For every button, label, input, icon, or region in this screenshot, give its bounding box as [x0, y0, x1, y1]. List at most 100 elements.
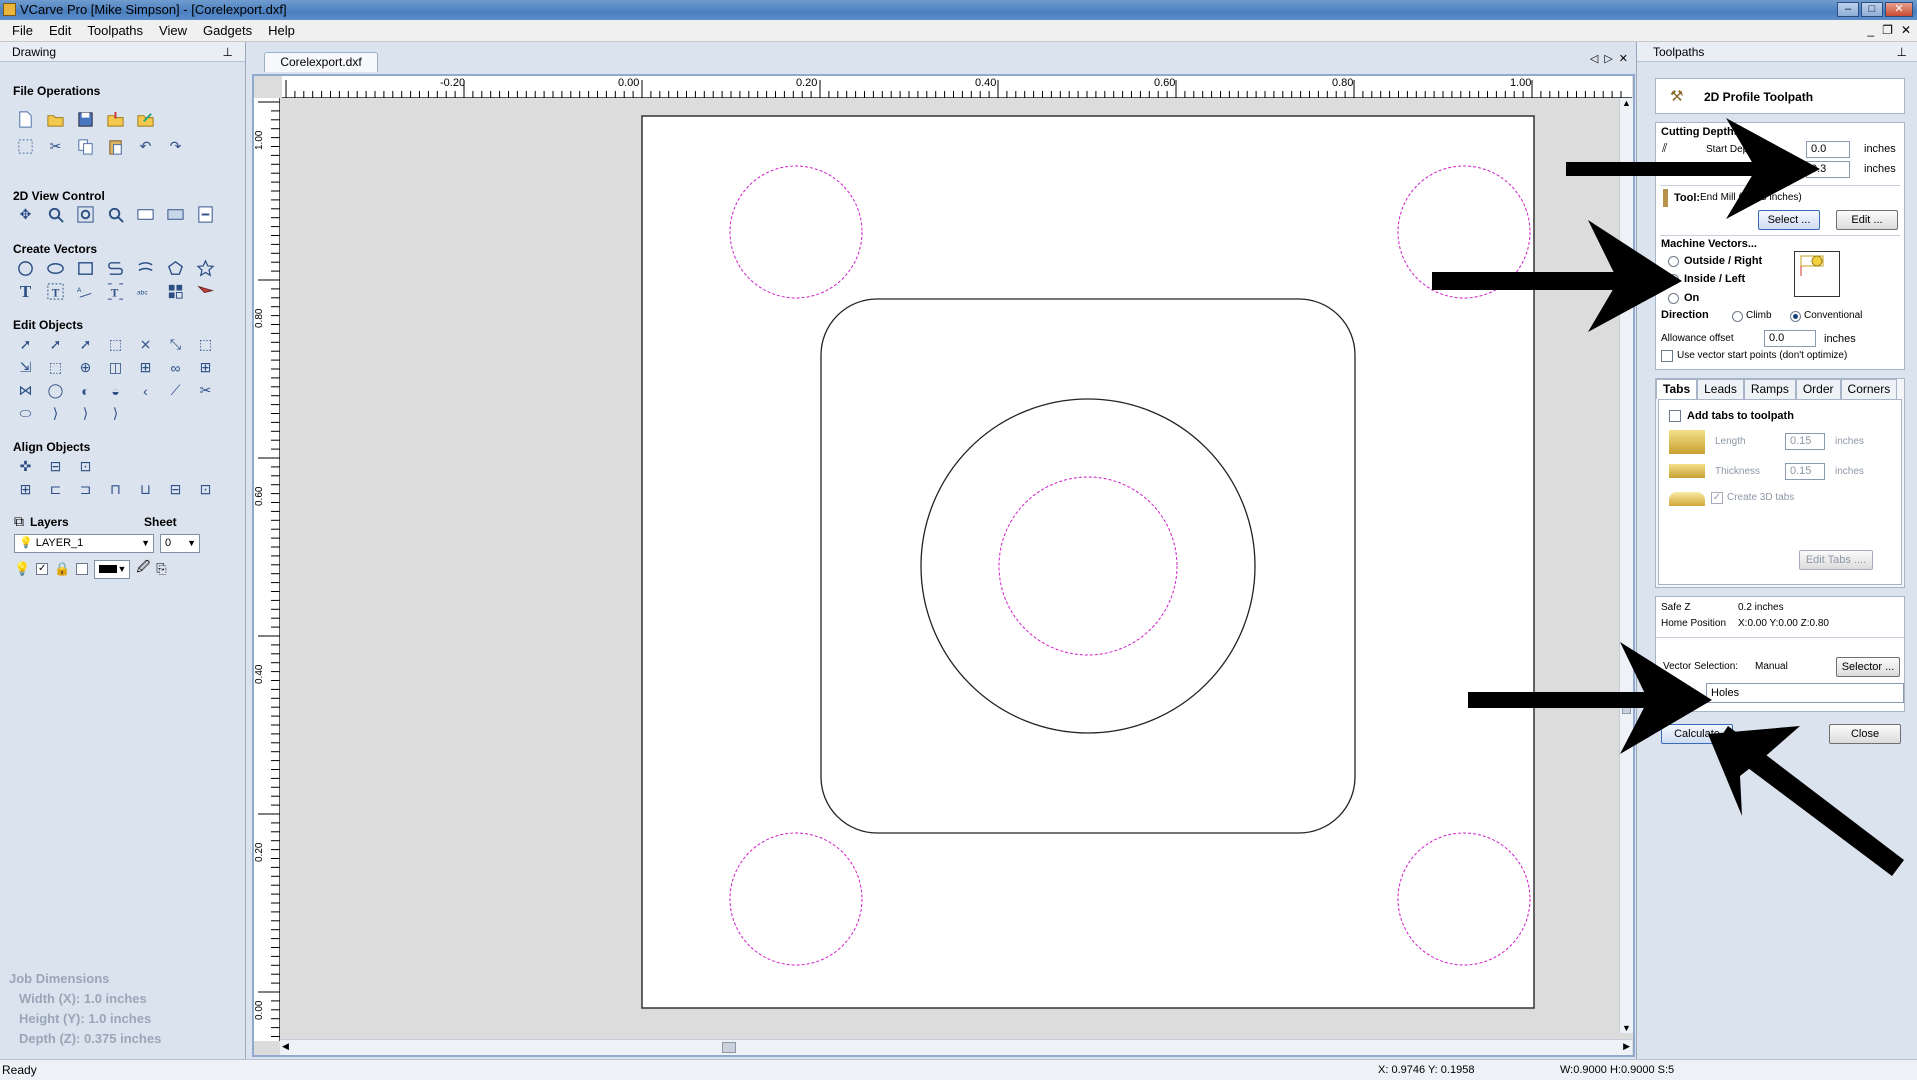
horizontal-scroll-thumb[interactable]: [722, 1042, 736, 1053]
view-toggle-icon[interactable]: [164, 203, 187, 226]
align-vertical-icon[interactable]: ⊡: [74, 455, 97, 478]
inside-left-label[interactable]: Inside / Left: [1684, 273, 1745, 285]
add-tabs-checkbox[interactable]: [1669, 410, 1681, 422]
polyline-icon[interactable]: [104, 257, 127, 280]
text-box-icon[interactable]: T: [44, 280, 67, 303]
mdi-restore-icon[interactable]: ❐: [1882, 23, 1893, 37]
rectangle-icon[interactable]: [74, 257, 97, 280]
vertical-scrollbar[interactable]: ▲ ▼: [1619, 98, 1633, 1033]
calculate-button[interactable]: Calculate: [1661, 724, 1733, 744]
sheet-dropdown[interactable]: 0 ▼: [160, 534, 200, 553]
layer-lock-checkbox[interactable]: [76, 563, 89, 575]
pan-icon[interactable]: ✥: [14, 203, 37, 226]
align-bottom-icon[interactable]: ⊔: [134, 478, 157, 501]
transform-icon[interactable]: ⬚: [104, 333, 127, 356]
menu-edit[interactable]: Edit: [41, 23, 79, 38]
zoom-selected-icon[interactable]: [104, 203, 127, 226]
zoom-box-icon[interactable]: [74, 203, 97, 226]
menu-help[interactable]: Help: [260, 23, 303, 38]
maximize-button[interactable]: □: [1861, 2, 1883, 17]
create-3d-tabs-label[interactable]: Create 3D tabs: [1727, 492, 1794, 503]
close-window-button[interactable]: ✕: [1885, 2, 1913, 17]
delete-objects-icon[interactable]: ⨯: [134, 333, 157, 356]
zoom-icon[interactable]: [44, 203, 67, 226]
drawing-canvas[interactable]: [280, 98, 1632, 1033]
mdi-minimize-icon[interactable]: _: [1867, 23, 1874, 37]
tab-prev-icon[interactable]: ◁: [1590, 52, 1598, 65]
extend-icon[interactable]: ⟋: [164, 379, 187, 402]
offset-icon[interactable]: ∞: [164, 356, 187, 379]
conventional-radio[interactable]: [1790, 311, 1801, 322]
start-depth-input[interactable]: 0.0: [1806, 141, 1850, 158]
mdi-close-icon[interactable]: ✕: [1901, 23, 1911, 37]
menu-view[interactable]: View: [151, 23, 195, 38]
export-icon[interactable]: [134, 108, 157, 131]
menu-toolpaths[interactable]: Toolpaths: [79, 23, 151, 38]
layer-manager-icon[interactable]: ⎘: [156, 561, 166, 577]
tab-close-icon[interactable]: ✕: [1619, 52, 1628, 65]
vertical-scroll-thumb[interactable]: [1622, 702, 1631, 714]
trim-icon[interactable]: ⤡: [164, 333, 187, 356]
import-icon[interactable]: [104, 108, 127, 131]
new-file-icon[interactable]: [14, 108, 37, 131]
pin-icon[interactable]: ⊥: [223, 42, 233, 62]
size-icon[interactable]: ⬚: [44, 356, 67, 379]
add-tabs-label[interactable]: Add tabs to toolpath: [1687, 410, 1794, 422]
horizontal-scrollbar[interactable]: ◀ ▶: [280, 1039, 1632, 1055]
align-left-icon[interactable]: ⊏: [44, 478, 67, 501]
layer-visible-checkbox[interactable]: ✓: [36, 563, 49, 575]
array-icon[interactable]: ⊞: [194, 356, 217, 379]
allowance-input[interactable]: 0.0: [1764, 330, 1816, 347]
rotate-icon[interactable]: ⊕: [74, 356, 97, 379]
climb-label[interactable]: Climb: [1746, 310, 1772, 321]
scale-icon[interactable]: ⬚: [194, 333, 217, 356]
use-vector-start-label[interactable]: Use vector start points (don't optimize): [1677, 350, 1847, 361]
align-center-icon[interactable]: ✜: [14, 455, 37, 478]
arc-fit-icon[interactable]: ⟩: [44, 402, 67, 425]
mirror-icon[interactable]: ◫: [104, 356, 127, 379]
redo-icon[interactable]: ↷: [164, 135, 187, 158]
center-vertical-icon[interactable]: ⊡: [194, 478, 217, 501]
curve-icon[interactable]: [134, 257, 157, 280]
smooth-icon[interactable]: ⟩: [74, 402, 97, 425]
scissors-icon[interactable]: ✂: [194, 379, 217, 402]
center-horizontal-icon[interactable]: ⊟: [164, 478, 187, 501]
layer-lock-icon[interactable]: 🔒: [54, 561, 70, 577]
text-icon[interactable]: T: [14, 280, 37, 303]
join-icon[interactable]: ⋈: [14, 379, 37, 402]
layer-visible-icon[interactable]: 💡: [14, 561, 30, 577]
intersect-icon[interactable]: ◒: [104, 379, 127, 402]
align-top-icon[interactable]: ⊓: [104, 478, 127, 501]
layer-dropdown[interactable]: 💡 LAYER_1 ▼: [14, 534, 154, 553]
menu-gadgets[interactable]: Gadgets: [195, 23, 260, 38]
select-tool-button[interactable]: Select ...: [1758, 210, 1820, 230]
curve-fit-icon[interactable]: ⟩: [104, 402, 127, 425]
tab-ramps[interactable]: Ramps: [1743, 379, 1796, 399]
view-3d-icon[interactable]: [194, 203, 217, 226]
star-icon[interactable]: [194, 257, 217, 280]
on-radio[interactable]: [1668, 293, 1679, 304]
edit-tool-button[interactable]: Edit ...: [1836, 210, 1898, 230]
select-icon[interactable]: ➚: [14, 333, 37, 356]
view-mode-icon[interactable]: [134, 203, 157, 226]
ellipse-icon[interactable]: [44, 257, 67, 280]
close-button[interactable]: Close: [1829, 724, 1901, 744]
fillet-icon[interactable]: ‹: [134, 379, 157, 402]
inside-left-radio[interactable]: [1668, 274, 1679, 285]
climb-radio[interactable]: [1732, 311, 1743, 322]
undo-icon[interactable]: ↶: [134, 135, 157, 158]
dimension-icon[interactable]: [194, 280, 217, 303]
layer-properties-icon[interactable]: 🖉: [136, 558, 150, 580]
weld-icon[interactable]: ◯: [44, 379, 67, 402]
text-on-curve-icon[interactable]: ᴬ: [74, 280, 97, 303]
align-middle-icon[interactable]: ⊞: [14, 478, 37, 501]
use-vector-start-checkbox[interactable]: [1661, 350, 1673, 362]
cut-depth-input[interactable]: 0.3: [1806, 161, 1850, 178]
tab-order[interactable]: Order: [1795, 379, 1841, 399]
distort-icon[interactable]: ⊞: [134, 356, 157, 379]
polygon-icon[interactable]: [164, 257, 187, 280]
align-horizontal-icon[interactable]: ⊟: [44, 455, 67, 478]
paste-icon[interactable]: [104, 135, 127, 158]
node-edit-icon[interactable]: ➚: [44, 333, 67, 356]
toolpath-name-input[interactable]: Holes: [1706, 683, 1904, 703]
